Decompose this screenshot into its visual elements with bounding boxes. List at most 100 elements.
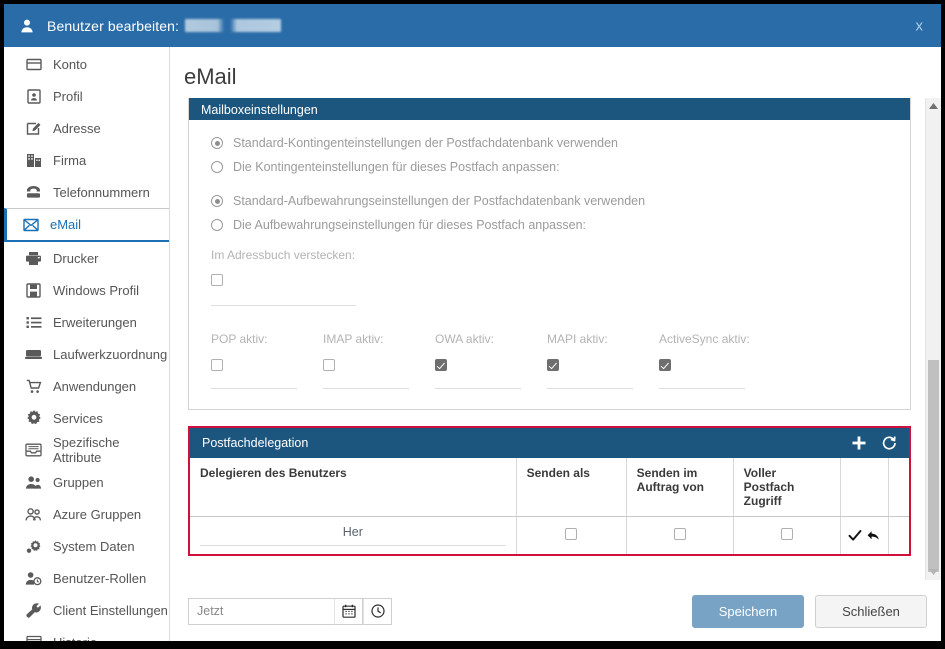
- radio-row-custom-quota[interactable]: Die Kontingenteinstellungen für dieses P…: [211, 160, 888, 174]
- sidebar-item-label: Profil: [53, 88, 83, 104]
- sidebar-item-label: System Daten: [53, 538, 135, 554]
- edit-address-icon: [24, 120, 43, 137]
- sidebar-item-azure-gruppen[interactable]: Azure Gruppen: [4, 498, 169, 530]
- sidebar-item-drucker[interactable]: Drucker: [4, 242, 169, 274]
- list-icon: [24, 314, 43, 331]
- send-as-checkbox[interactable]: [565, 528, 578, 540]
- mailbox-delegation-panel: Postfachdelegation Delegieren des Benutz…: [188, 426, 911, 556]
- sidebar-item-erweiterungen[interactable]: Erweiterungen: [4, 306, 169, 338]
- undo-icon[interactable]: [867, 529, 881, 542]
- radio-custom-quota[interactable]: [211, 161, 223, 173]
- sidebar-item-spezifische-attribute[interactable]: Spezifische Attribute: [4, 434, 169, 466]
- sidebar-item-label: Firma: [53, 152, 87, 168]
- sidebar-item-client-einstellungen[interactable]: Client Einstellungen: [4, 594, 169, 626]
- full-access-checkbox[interactable]: [780, 528, 793, 540]
- edit-user-dialog: Benutzer bearbeiten: x Konto Profil Adre…: [4, 4, 941, 641]
- protocol-label: MAPI aktiv:: [547, 332, 608, 346]
- hide-in-addressbook-label: Im Adressbuch verstecken:: [211, 248, 356, 262]
- sidebar-item-services[interactable]: Services: [4, 402, 169, 434]
- pop-active-checkbox[interactable]: [211, 359, 223, 371]
- sidebar-item-windows-profil[interactable]: Windows Profil: [4, 274, 169, 306]
- radio-row-default-retention[interactable]: Standard-Aufbewahrungseinstellungen der …: [211, 194, 888, 208]
- owa-active-checkbox[interactable]: [435, 359, 447, 371]
- table-header-row: Delegieren des Benutzers Senden als Send…: [190, 458, 909, 517]
- sidebar-item-email[interactable]: eMail: [4, 208, 169, 242]
- sidebar-item-anwendungen[interactable]: Anwendungen: [4, 370, 169, 402]
- radio-label: Die Kontingenteinstellungen für dieses P…: [233, 160, 560, 174]
- radio-row-custom-retention[interactable]: Die Aufbewahrungseinstellungen für diese…: [211, 218, 888, 232]
- cell-delegate-name[interactable]: Her: [190, 516, 517, 554]
- calendar-icon[interactable]: [334, 597, 363, 625]
- radio-default-quota[interactable]: [211, 137, 223, 149]
- card-icon: [24, 56, 43, 73]
- imap-active-checkbox[interactable]: [323, 359, 335, 371]
- delegation-table: Delegieren des Benutzers Senden als Send…: [190, 458, 909, 554]
- field-underline: [211, 388, 297, 389]
- protocol-label: POP aktiv:: [211, 332, 268, 346]
- protocol-col-imap: IMAP aktiv:: [323, 332, 435, 389]
- protocol-label: ActiveSync aktiv:: [659, 332, 750, 346]
- close-button[interactable]: Schließen: [815, 594, 927, 628]
- drawer-icon: [24, 442, 43, 459]
- cell-send-on-behalf: [626, 516, 734, 554]
- redacted-username: [184, 19, 281, 32]
- sidebar-item-label: Drucker: [53, 250, 99, 266]
- sidebar-item-label: Adresse: [53, 120, 101, 136]
- sidebar-item-telefonnummern[interactable]: Telefonnummern: [4, 176, 169, 208]
- sidebar-item-laufwerkzuordnung[interactable]: Laufwerkzuordnung: [4, 338, 169, 370]
- refresh-icon[interactable]: [881, 435, 897, 451]
- delegation-title: Postfachdelegation: [202, 436, 309, 450]
- phone-icon: [24, 184, 43, 201]
- radio-row-default-quota[interactable]: Standard-Kontingenteinstellungen der Pos…: [211, 136, 888, 150]
- sidebar-item-label: Spezifische Attribute: [53, 435, 120, 465]
- mailbox-settings-header: Mailboxeinstellungen: [189, 98, 910, 120]
- field-underline: [211, 305, 356, 306]
- history-icon: [24, 634, 43, 641]
- send-on-behalf-checkbox[interactable]: [673, 528, 686, 540]
- printer-icon: [24, 250, 43, 267]
- cell-send-as: [516, 516, 627, 554]
- datetime-input[interactable]: Jetzt: [188, 597, 334, 625]
- sidebar-item-gruppen[interactable]: Gruppen: [4, 466, 169, 498]
- sidebar-item-konto[interactable]: Konto: [4, 48, 169, 80]
- sidebar-item-label: Client Einstellungen: [53, 602, 168, 618]
- save-button[interactable]: Speichern: [692, 594, 804, 628]
- user-role-icon: [24, 570, 43, 587]
- column-header-actions: [840, 458, 889, 517]
- sidebar-item-firma[interactable]: Firma: [4, 144, 169, 176]
- protocol-col-activesync: ActiveSync aktiv:: [659, 332, 771, 389]
- scrollbar-thumb[interactable]: [928, 360, 939, 572]
- check-icon[interactable]: [848, 529, 862, 542]
- sidebar-item-label: Erweiterungen: [53, 314, 137, 330]
- activesync-active-checkbox[interactable]: [659, 359, 671, 371]
- sidebar-item-system-daten[interactable]: System Daten: [4, 530, 169, 562]
- sidebar-item-benutzer-rollen[interactable]: Benutzer-Rollen: [4, 562, 169, 594]
- mapi-active-checkbox[interactable]: [547, 359, 559, 371]
- system-data-icon: [24, 538, 43, 555]
- chevron-up-icon[interactable]: [926, 98, 941, 114]
- radio-default-retention[interactable]: [211, 195, 223, 207]
- column-header-full-access: Voller Postfach Zugriff: [733, 458, 841, 517]
- azure-group-icon: [24, 506, 43, 523]
- column-header-send-as: Senden als: [516, 458, 627, 517]
- delegate-name-input[interactable]: Her: [200, 525, 506, 546]
- protocol-label: IMAP aktiv:: [323, 332, 384, 346]
- column-header-user: Delegieren des Benutzers: [190, 458, 517, 517]
- sidebar-item-historie[interactable]: Historie: [4, 626, 169, 641]
- hide-in-addressbook-checkbox[interactable]: [211, 274, 223, 286]
- plus-icon[interactable]: [851, 435, 867, 451]
- radio-custom-retention[interactable]: [211, 219, 223, 231]
- sidebar-item-label: Benutzer-Rollen: [53, 570, 147, 586]
- sidebar-item-label: eMail: [50, 217, 82, 232]
- sidebar-item-adresse[interactable]: Adresse: [4, 112, 169, 144]
- protocol-col-pop: POP aktiv:: [211, 332, 323, 389]
- delegation-header-actions: [851, 435, 897, 451]
- chevron-down-icon[interactable]: [926, 564, 941, 580]
- sidebar-item-profil[interactable]: Profil: [4, 80, 169, 112]
- clock-icon[interactable]: [363, 597, 392, 625]
- dialog-footer: Jetzt Speichern Schließen: [170, 580, 941, 641]
- gear-icon: [24, 410, 43, 427]
- close-icon[interactable]: x: [916, 18, 924, 33]
- vertical-scrollbar[interactable]: [925, 98, 941, 580]
- mailbox-settings-panel: Mailboxeinstellungen Standard-Kontingent…: [188, 98, 911, 410]
